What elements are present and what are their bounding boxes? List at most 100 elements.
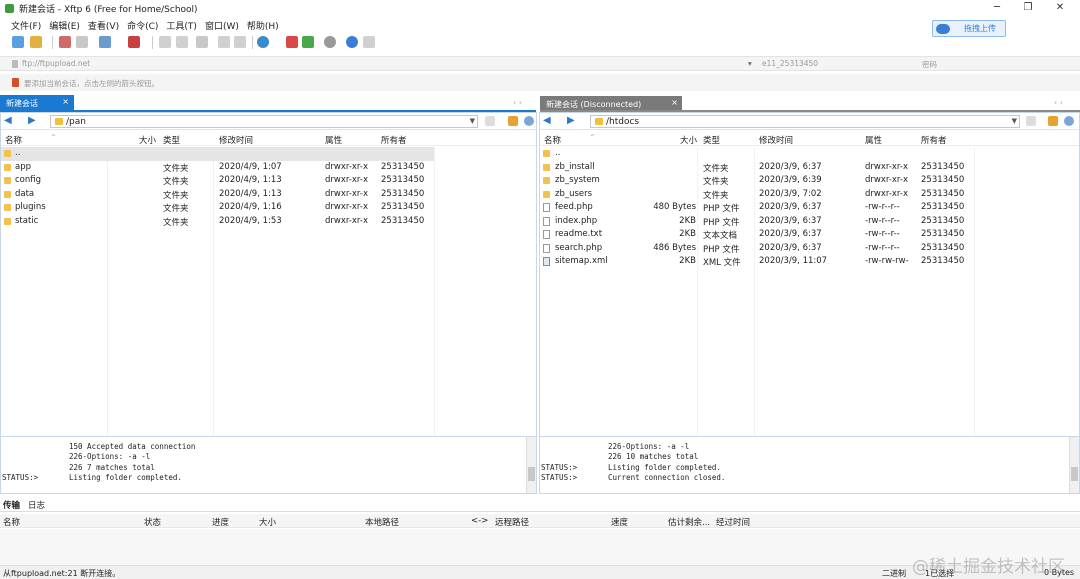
chevron-down-icon[interactable]: ▼ — [1012, 117, 1017, 125]
sync-icon[interactable] — [196, 36, 208, 48]
menu-command[interactable]: 命令(C) — [123, 19, 162, 32]
table-row[interactable]: app 文件夹 2020/4/9, 1:07 drwxr-xr-x 25313450 — [1, 161, 536, 175]
new-folder-icon[interactable] — [1048, 116, 1058, 126]
col-size[interactable]: 大小 — [139, 134, 156, 146]
tab-right-label: 新建会话 (Disconnected) — [546, 100, 642, 109]
transfer-col-name[interactable]: 名称 — [3, 516, 20, 528]
bookmark-icon[interactable] — [12, 78, 19, 87]
tab-right-session[interactable]: 新建会话 (Disconnected) × — [540, 96, 682, 111]
transfer-col-elapsed[interactable]: 经过时间 — [716, 516, 750, 528]
col-name[interactable]: 名称 — [5, 134, 22, 146]
reconnect-icon[interactable] — [76, 36, 88, 48]
new-folder-icon[interactable] — [508, 116, 518, 126]
transfer-col-eta[interactable]: 估计剩余... — [668, 516, 710, 528]
refresh-icon[interactable] — [1064, 116, 1074, 126]
left-log-scrollbar[interactable] — [526, 437, 536, 493]
xftp-icon[interactable] — [302, 36, 314, 48]
host-input[interactable]: ftp://ftpupload.net — [22, 59, 90, 68]
forward-arrow-icon[interactable]: ▶ — [567, 115, 575, 126]
transfer-col-local-path[interactable]: 本地路径 — [365, 516, 399, 528]
filter-icon[interactable] — [485, 116, 495, 126]
menu-edit[interactable]: 编辑(E) — [45, 19, 84, 32]
table-row[interactable]: readme.txt 2KB 文本文档 2020/3/9, 6:37 -rw-r--r-… — [540, 228, 1079, 242]
minimize-button[interactable]: ─ — [982, 1, 1012, 15]
back-arrow-icon[interactable]: ◀ — [4, 115, 12, 126]
close-button[interactable]: ✕ — [1045, 1, 1075, 15]
cell-mtime: 2020/4/9, 1:13 — [219, 175, 282, 185]
transfer-col-status[interactable]: 状态 — [144, 516, 161, 528]
transfer-icon[interactable] — [128, 36, 140, 48]
cell-type: 文件夹 — [163, 163, 189, 174]
tab-nav-arrows[interactable]: ‹ › — [513, 98, 522, 107]
col-owner[interactable]: 所有者 — [921, 134, 947, 146]
new-session-icon[interactable] — [12, 36, 24, 48]
menu-window[interactable]: 窗口(W) — [201, 19, 243, 32]
forward-arrow-icon[interactable]: ▶ — [28, 115, 36, 126]
col-attr[interactable]: 属性 — [865, 134, 882, 146]
chevron-down-icon[interactable]: ▼ — [470, 117, 475, 125]
col-mtime[interactable]: 修改时间 — [219, 134, 253, 146]
table-row[interactable]: config 文件夹 2020/4/9, 1:13 drwxr-xr-x 2531345… — [1, 174, 536, 188]
table-row[interactable]: zb_install 文件夹 2020/3/9, 6:37 drwxr-xr-x 253… — [540, 161, 1079, 175]
host-dropdown-icon[interactable]: ▾ — [748, 59, 752, 68]
open-session-icon[interactable] — [30, 36, 42, 48]
scroll-thumb[interactable] — [528, 467, 535, 481]
table-row[interactable]: .. — [1, 147, 434, 161]
col-type[interactable]: 类型 — [163, 134, 180, 146]
table-row[interactable]: static 文件夹 2020/4/9, 1:53 drwxr-xr-x 2531345… — [1, 215, 536, 229]
filter-icon[interactable] — [1026, 116, 1036, 126]
menu-file[interactable]: 文件(F) — [7, 19, 45, 32]
transfer-col-direction[interactable]: <-> — [471, 516, 488, 526]
menu-view[interactable]: 查看(V) — [84, 19, 123, 32]
table-row[interactable]: zb_users 文件夹 2020/3/9, 7:02 drwxr-xr-x 25313… — [540, 188, 1079, 202]
menu-help[interactable]: 帮助(H) — [243, 19, 283, 32]
paste-icon[interactable] — [176, 36, 188, 48]
table-row[interactable]: plugins 文件夹 2020/4/9, 1:16 drwxr-xr-x 253134… — [1, 201, 536, 215]
right-path-input[interactable]: /htdocs ▼ — [590, 115, 1020, 128]
tab-left-close-icon[interactable]: × — [62, 97, 69, 106]
tab-log[interactable]: 日志 — [28, 499, 45, 511]
scroll-thumb[interactable] — [1071, 467, 1078, 481]
tab-right-close-icon[interactable]: × — [671, 98, 678, 107]
table-row[interactable]: zb_system 文件夹 2020/3/9, 6:39 drwxr-xr-x 2531… — [540, 174, 1079, 188]
table-row[interactable]: search.php 486 Bytes PHP 文件 2020/3/9, 6:37 -… — [540, 242, 1079, 256]
refresh-icon[interactable] — [524, 116, 534, 126]
transfer-col-speed[interactable]: 速度 — [611, 516, 628, 528]
maximize-button[interactable]: ❐ — [1013, 1, 1043, 15]
table-row[interactable]: sitemap.xml 2KB XML 文件 2020/3/9, 11:07 -rw-r… — [540, 255, 1079, 269]
right-log-scrollbar[interactable] — [1069, 437, 1079, 493]
back-arrow-icon[interactable]: ◀ — [543, 115, 551, 126]
col-attr[interactable]: 属性 — [325, 134, 342, 146]
gear-icon[interactable] — [324, 36, 336, 48]
disconnect-icon[interactable] — [59, 36, 71, 48]
help-icon[interactable] — [346, 36, 358, 48]
xshell-icon[interactable] — [286, 36, 298, 48]
transfer-col-progress[interactable]: 进度 — [212, 516, 229, 528]
col-owner[interactable]: 所有者 — [381, 134, 407, 146]
table-row[interactable]: .. — [540, 147, 1079, 161]
left-path-input[interactable]: /pan ▼ — [50, 115, 478, 128]
menu-tools[interactable]: 工具(T) — [162, 19, 201, 32]
table-row[interactable]: index.php 2KB PHP 文件 2020/3/9, 6:37 -rw-r--r… — [540, 215, 1079, 229]
transfer-col-remote-path[interactable]: 远程路径 — [495, 516, 529, 528]
upload-icon[interactable] — [218, 36, 230, 48]
tab-nav-arrows[interactable]: ‹ › — [1054, 98, 1063, 107]
properties-icon[interactable] — [99, 36, 111, 48]
username-input[interactable]: e11_25313450 — [762, 59, 818, 68]
table-row[interactable]: data 文件夹 2020/4/9, 1:13 drwxr-xr-x 25313450 — [1, 188, 536, 202]
copy-icon[interactable] — [159, 36, 171, 48]
download-icon[interactable] — [234, 36, 246, 48]
col-mtime[interactable]: 修改时间 — [759, 134, 793, 146]
password-input[interactable]: 密码 — [922, 59, 937, 70]
chat-icon[interactable] — [363, 36, 375, 48]
globe-icon[interactable] — [257, 36, 269, 48]
transfer-col-size[interactable]: 大小 — [259, 516, 276, 528]
tab-transfer[interactable]: 传输 — [3, 499, 20, 511]
tab-left-session[interactable]: 新建会话 × — [0, 95, 74, 111]
col-size[interactable]: 大小 — [680, 134, 697, 146]
col-type[interactable]: 类型 — [703, 134, 720, 146]
status-transfer-mode[interactable]: 二进制 — [882, 568, 906, 579]
col-name[interactable]: 名称 — [544, 134, 561, 146]
table-row[interactable]: feed.php 480 Bytes PHP 文件 2020/3/9, 6:37 -rw… — [540, 201, 1079, 215]
left-file-list: .. app 文件夹 2020/4/9, 1:07 drwxr-xr-x 25313450… — [1, 147, 536, 228]
